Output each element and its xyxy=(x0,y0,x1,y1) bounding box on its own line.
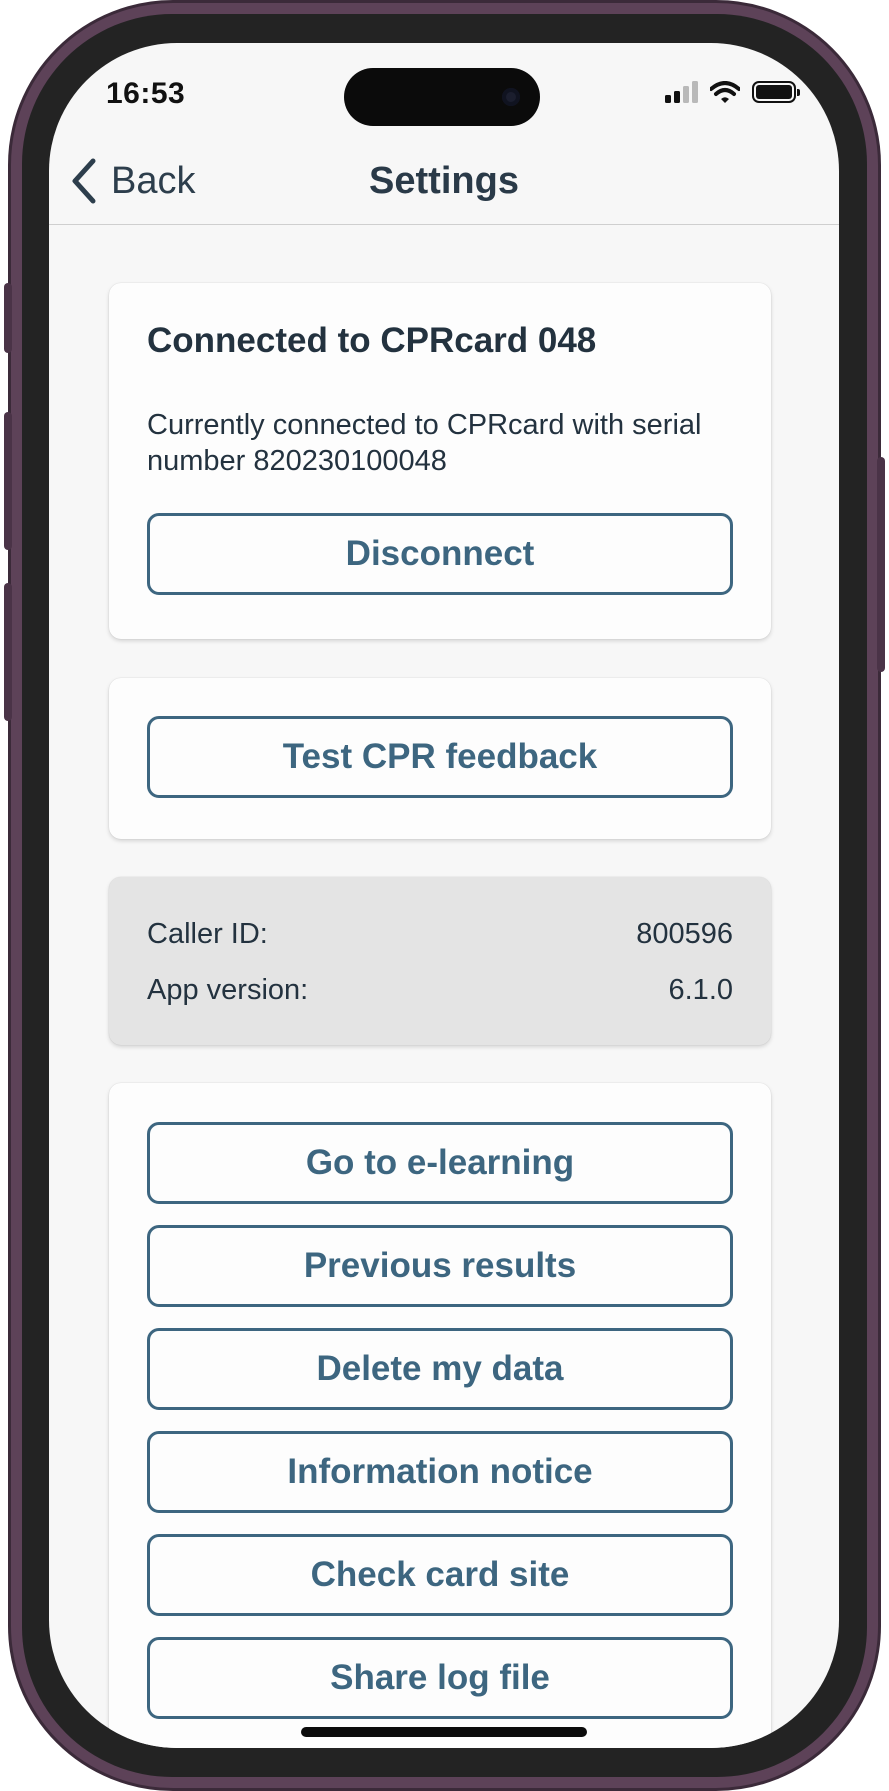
dynamic-island xyxy=(344,68,540,126)
action-button-hardware xyxy=(4,283,12,353)
test-cpr-feedback-button[interactable]: Test CPR feedback xyxy=(147,716,733,798)
caller-id-label: Caller ID: xyxy=(147,918,268,950)
delete-my-data-button[interactable]: Delete my data xyxy=(147,1328,733,1410)
caller-id-value: 800596 xyxy=(636,918,733,950)
connection-card: Connected to CPRcard 048 Currently conne… xyxy=(109,283,771,639)
cellular-signal-icon xyxy=(665,81,698,103)
app-version-value: 6.1.0 xyxy=(668,974,734,1006)
app-info-card: Caller ID: 800596 App version: 6.1.0 xyxy=(109,877,771,1045)
check-card-site-button[interactable]: Check card site xyxy=(147,1534,733,1616)
app-version-label: App version: xyxy=(147,974,309,1006)
app-screen: 16:53 Back Settings Connected to CPRcard… xyxy=(49,43,839,1748)
volume-up-button-hardware xyxy=(4,412,12,550)
app-version-row: App version: 6.1.0 xyxy=(147,974,733,1007)
home-indicator[interactable] xyxy=(301,1727,587,1737)
test-feedback-card: Test CPR feedback xyxy=(109,678,771,839)
status-time: 16:53 xyxy=(106,77,186,110)
page-title: Settings xyxy=(369,160,519,202)
navigation-bar: Back Settings xyxy=(49,138,839,225)
e-learning-button[interactable]: Go to e-learning xyxy=(147,1122,733,1204)
wifi-icon xyxy=(710,81,740,103)
status-icons xyxy=(665,79,800,105)
actions-card: Go to e-learning Previous results Delete… xyxy=(109,1083,771,1748)
disconnect-button[interactable]: Disconnect xyxy=(147,513,733,595)
caller-id-row: Caller ID: 800596 xyxy=(147,918,733,951)
battery-icon xyxy=(752,81,800,103)
information-notice-button[interactable]: Information notice xyxy=(147,1431,733,1513)
previous-results-button[interactable]: Previous results xyxy=(147,1225,733,1307)
connection-description: Currently connected to CPRcard with seri… xyxy=(147,409,702,477)
share-log-file-button[interactable]: Share log file xyxy=(147,1637,733,1719)
power-button-hardware xyxy=(877,457,885,672)
volume-down-button-hardware xyxy=(4,583,12,721)
front-camera-icon xyxy=(502,88,520,106)
connection-title: Connected to CPRcard 048 xyxy=(147,321,597,360)
